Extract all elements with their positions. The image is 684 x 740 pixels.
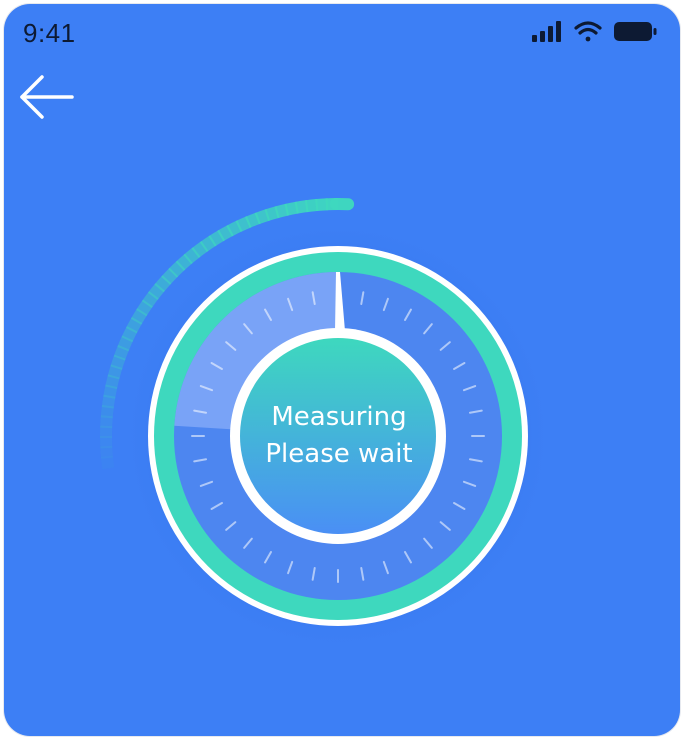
status-line-please-wait: Please wait [265, 439, 413, 469]
phone-screen: 9:41 Measuring Please wait [4, 4, 680, 736]
gauge-svg [100, 198, 553, 651]
measurement-gauge: Measuring Please wait [4, 4, 680, 736]
gauge-status-text: Measuring Please wait [234, 399, 444, 473]
status-line-measuring: Measuring [271, 402, 407, 432]
